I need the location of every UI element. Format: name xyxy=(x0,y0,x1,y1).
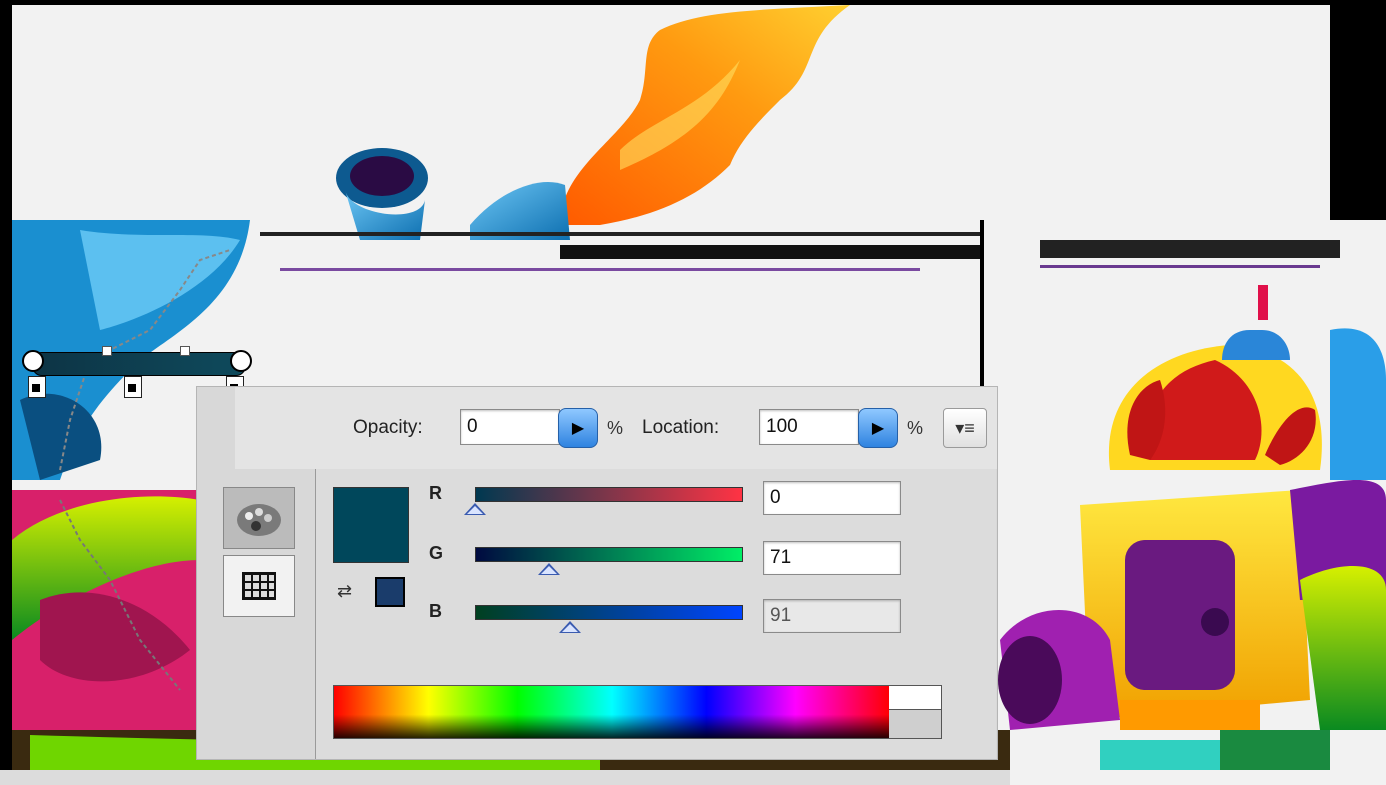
location-label: Location: xyxy=(642,417,720,438)
channel-input-r[interactable]: 0 xyxy=(763,481,901,515)
location-input[interactable]: 100 xyxy=(759,409,859,445)
swatches-tab[interactable] xyxy=(223,555,295,617)
location-slider-button[interactable]: ▶ xyxy=(858,408,898,448)
panel-menu-button[interactable]: ▾≡ xyxy=(943,408,987,448)
selected-color-swatch[interactable] xyxy=(333,487,409,563)
color-spectrum-bar[interactable] xyxy=(333,685,891,739)
opacity-unit: % xyxy=(607,418,624,438)
color-mixer-tab[interactable] xyxy=(223,487,295,549)
render-glitch-band xyxy=(1040,240,1340,258)
panel-menu-icon: ▾≡ xyxy=(955,417,975,438)
opacity-slider-button[interactable]: ▶ xyxy=(558,408,598,448)
render-glitch-band xyxy=(560,245,980,259)
gradient-stop-middle[interactable] xyxy=(124,376,142,398)
render-glitch-band xyxy=(280,268,920,271)
channel-label-b: B xyxy=(429,601,442,621)
annotator-start-point[interactable] xyxy=(22,350,44,372)
gradient-stop-start[interactable] xyxy=(28,376,46,398)
channel-slider-b[interactable] xyxy=(475,605,743,620)
render-glitch-band xyxy=(980,220,984,390)
opacity-label: Opacity: xyxy=(353,417,423,438)
channel-slider-thumb-b[interactable] xyxy=(558,621,581,633)
annotator-handle[interactable] xyxy=(180,346,190,356)
channel-input-g[interactable]: 71 xyxy=(763,541,901,575)
white-swatch[interactable] xyxy=(889,685,942,711)
channel-label-r: R xyxy=(429,483,442,503)
render-glitch-band xyxy=(1040,265,1320,268)
channel-slider-g[interactable] xyxy=(475,547,743,562)
swatches-grid-icon xyxy=(242,572,276,600)
annotator-end-point[interactable] xyxy=(230,350,252,372)
slider-popup-arrow-icon: ▶ xyxy=(871,420,885,437)
swap-colors-icon[interactable]: ⇄ xyxy=(337,581,352,602)
secondary-color-swatch[interactable] xyxy=(375,577,405,607)
bottom-status-strip xyxy=(0,770,1010,785)
annotator-handle[interactable] xyxy=(102,346,112,356)
render-glitch-band xyxy=(260,232,980,236)
opacity-input[interactable]: 0 xyxy=(460,409,560,445)
channel-slider-thumb-r[interactable] xyxy=(464,503,486,515)
location-unit: % xyxy=(907,418,924,438)
gradient-annotator-bar[interactable] xyxy=(32,352,246,376)
gray-swatch[interactable] xyxy=(889,709,942,739)
slider-popup-arrow-icon: ▶ xyxy=(571,420,585,437)
gradient-color-panel: Opacity: 0 ▶ % Location: 100 ▶ % ▾≡ ⇄ R … xyxy=(196,386,998,760)
channel-slider-thumb-g[interactable] xyxy=(537,563,560,575)
canvas: Opacity: 0 ▶ % Location: 100 ▶ % ▾≡ ⇄ R … xyxy=(0,0,1386,785)
color-mixer-icon xyxy=(237,504,281,536)
channel-label-g: G xyxy=(429,543,444,563)
channel-slider-r[interactable] xyxy=(475,487,743,502)
channel-input-b[interactable]: 91 xyxy=(763,599,901,633)
